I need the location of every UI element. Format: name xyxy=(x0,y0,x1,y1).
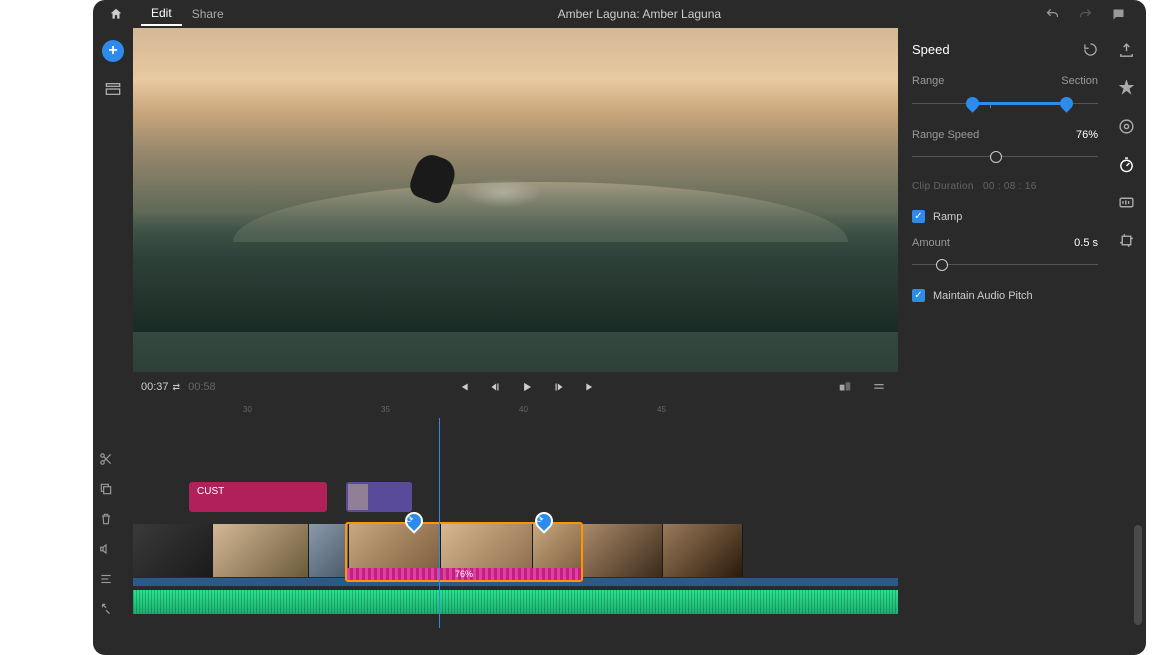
overlay-clip[interactable] xyxy=(346,482,412,512)
trash-icon[interactable] xyxy=(99,512,113,526)
duplicate-icon[interactable] xyxy=(99,482,113,496)
menu-icon[interactable] xyxy=(872,380,886,394)
speed-panel: Speed Range Section Range Speed 76% xyxy=(898,28,1106,655)
pitch-checkbox[interactable]: ✓ xyxy=(912,289,925,302)
play-icon[interactable] xyxy=(520,380,534,394)
add-media-button[interactable]: + xyxy=(102,40,124,62)
expand-icon[interactable] xyxy=(99,602,113,616)
audio-track[interactable] xyxy=(133,590,898,614)
color-icon[interactable] xyxy=(1116,116,1136,136)
tab-share[interactable]: Share xyxy=(182,3,234,25)
range-speed-slider[interactable] xyxy=(912,147,1098,167)
tracks: CUST 76% ⟳ xyxy=(133,418,898,618)
range-slider[interactable] xyxy=(912,93,1098,115)
transport-bar: 00:37 ⇄ 00:58 xyxy=(133,372,898,402)
audio-tool-icon[interactable] xyxy=(1116,192,1136,212)
header-bar: Edit Share Amber Laguna: Amber Laguna xyxy=(93,0,1146,28)
scroll-indicator[interactable] xyxy=(1134,525,1142,625)
amount-label: Amount xyxy=(912,237,950,249)
video-preview[interactable] xyxy=(133,28,898,372)
time-ruler[interactable]: 30 35 40 45 xyxy=(133,402,898,418)
project-panel-icon[interactable] xyxy=(105,82,121,96)
redo-icon[interactable] xyxy=(1078,7,1093,22)
pitch-label: Maintain Audio Pitch xyxy=(933,290,1033,302)
scissors-icon[interactable] xyxy=(99,452,113,466)
volume-icon[interactable] xyxy=(99,542,113,556)
section-label: Section xyxy=(1061,75,1098,87)
project-title: Amber Laguna: Amber Laguna xyxy=(234,7,1045,21)
link-icon: ⇄ xyxy=(173,382,181,393)
export-icon[interactable] xyxy=(1116,40,1136,60)
reset-icon[interactable] xyxy=(1083,42,1098,57)
total-timecode: 00:58 xyxy=(188,381,216,393)
tab-edit[interactable]: Edit xyxy=(141,2,182,26)
undo-icon[interactable] xyxy=(1045,7,1060,22)
ramp-checkbox[interactable]: ✓ xyxy=(912,210,925,223)
ruler-tick: 30 xyxy=(243,405,252,414)
range-speed-value: 76% xyxy=(1076,129,1098,141)
chat-icon[interactable] xyxy=(1111,7,1126,22)
fullscreen-icon[interactable] xyxy=(838,380,852,394)
frame-back-icon[interactable] xyxy=(488,380,502,394)
skip-back-icon[interactable] xyxy=(456,380,470,394)
home-icon[interactable] xyxy=(109,7,123,21)
ruler-tick: 40 xyxy=(519,405,528,414)
amount-value: 0.5 s xyxy=(1074,237,1098,249)
main-area: + 00:37 ⇄ 00:58 xyxy=(93,28,1146,655)
panel-title: Speed xyxy=(912,42,950,57)
clip-duration-row: Clip Duration 00 : 08 : 16 xyxy=(912,181,1098,192)
ramp-label: Ramp xyxy=(933,211,962,223)
playhead[interactable] xyxy=(439,418,440,628)
app-window: Edit Share Amber Laguna: Amber Laguna + … xyxy=(93,0,1146,655)
list-icon[interactable] xyxy=(99,572,113,586)
transform-icon[interactable] xyxy=(1116,230,1136,250)
speed-tool-icon[interactable] xyxy=(1116,154,1136,174)
ruler-tick: 45 xyxy=(657,405,666,414)
ruler-tick: 35 xyxy=(381,405,390,414)
skip-fwd-icon[interactable] xyxy=(584,380,598,394)
speed-segment[interactable]: 76% xyxy=(347,568,581,580)
range-speed-label: Range Speed xyxy=(912,129,979,141)
current-timecode: 00:37 xyxy=(141,381,169,393)
range-label: Range xyxy=(912,75,944,87)
timeline[interactable]: 30 35 40 45 CUST xyxy=(133,402,898,655)
effects-icon[interactable] xyxy=(1116,78,1136,98)
amount-slider[interactable] xyxy=(912,255,1098,275)
title-clip[interactable]: CUST xyxy=(189,482,327,512)
frame-fwd-icon[interactable] xyxy=(552,380,566,394)
center-column: 00:37 ⇄ 00:58 xyxy=(133,28,898,655)
